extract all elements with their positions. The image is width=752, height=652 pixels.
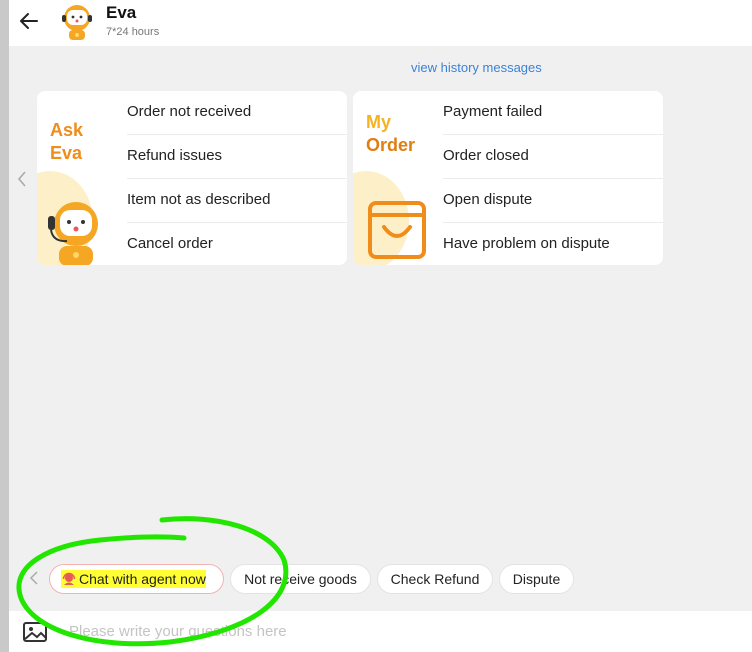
ask-eva-card: Ask Eva Order not received Refund issues… — [37, 91, 347, 265]
back-arrow-icon[interactable] — [17, 9, 41, 33]
chevron-left-icon[interactable] — [16, 170, 28, 188]
option-open-dispute[interactable]: Open dispute — [443, 179, 663, 223]
option-order-closed[interactable]: Order closed — [443, 135, 663, 179]
option-problem-on-dispute[interactable]: Have problem on dispute — [443, 223, 663, 265]
option-refund-issues[interactable]: Refund issues — [127, 135, 347, 179]
view-history-link[interactable]: view history messages — [411, 60, 542, 75]
ask-eva-options: Order not received Refund issues Item no… — [127, 91, 347, 265]
highlight-mark: Chat with agent now — [61, 570, 206, 588]
agent-name: Eva — [106, 3, 137, 22]
option-payment-failed[interactable]: Payment failed — [443, 91, 663, 135]
chat-with-agent-button[interactable]: Chat with agent now — [49, 564, 224, 594]
option-item-not-as-described[interactable]: Item not as described — [127, 179, 347, 223]
message-composer — [9, 611, 752, 652]
agent-headset-icon — [62, 573, 76, 586]
my-order-card: My Order Payment failed Order closed Ope… — [353, 91, 663, 265]
card-title: Ask Eva — [50, 120, 84, 163]
my-order-options: Payment failed Order closed Open dispute… — [443, 91, 663, 265]
shopping-bag-icon — [368, 201, 426, 259]
dispute-chip[interactable]: Dispute — [499, 564, 574, 594]
image-upload-icon[interactable] — [22, 619, 48, 643]
option-cancel-order[interactable]: Cancel order — [127, 223, 347, 265]
check-refund-chip[interactable]: Check Refund — [377, 564, 493, 594]
chip-label: Chat with agent now — [79, 571, 206, 587]
agent-availability: 7*24 hours — [106, 26, 160, 38]
option-order-not-received[interactable]: Order not received — [127, 91, 347, 135]
chevron-left-icon[interactable] — [29, 570, 39, 586]
chat-header: Eva 7*24 hours — [9, 0, 752, 46]
message-input[interactable] — [69, 619, 749, 643]
card-title: My Order — [366, 112, 416, 155]
left-window-edge — [0, 0, 9, 652]
robot-avatar-icon — [62, 5, 92, 40]
not-receive-goods-chip[interactable]: Not receive goods — [230, 564, 371, 594]
robot-mascot-icon — [48, 202, 98, 265]
